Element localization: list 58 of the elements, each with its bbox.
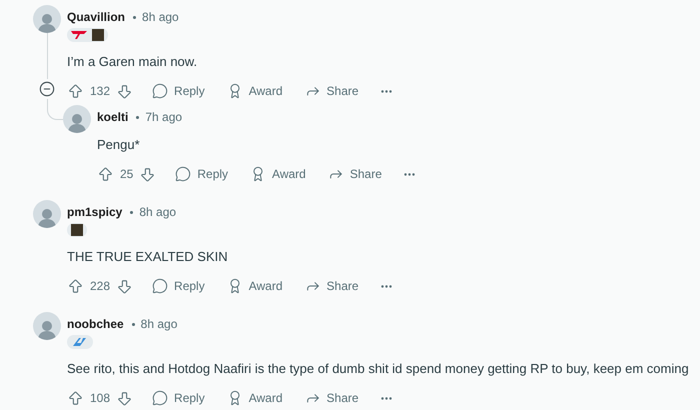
award-button[interactable]: Award [241, 161, 315, 187]
reply-button[interactable]: Reply [143, 78, 214, 104]
comment-text: See rito, this and Hotdog Naafiri is the type of dumb shit id spend money getting RP to buy, keep em coming [67, 360, 689, 378]
reply-button[interactable]: Reply [166, 161, 238, 187]
separator-dot [133, 16, 136, 18]
username[interactable]: koelti [97, 110, 128, 124]
comment-text: THE TRUE EXALTED SKIN [67, 248, 229, 266]
award-button[interactable]: Award [218, 273, 292, 299]
more-icon [380, 90, 392, 92]
downvote-icon[interactable] [139, 166, 156, 182]
username[interactable]: Quavillion [67, 10, 126, 24]
speech-bubble-icon [175, 166, 192, 182]
downvote-icon[interactable] [116, 82, 134, 100]
flair-portrait [71, 224, 83, 236]
upvote-icon[interactable] [67, 278, 84, 294]
thread-line [46, 33, 48, 79]
speech-bubble-icon [152, 83, 168, 99]
vote-count: 108 [90, 391, 110, 405]
timestamp: 8h ago [142, 10, 179, 24]
avatar [33, 312, 61, 340]
timestamp: 8h ago [139, 205, 176, 219]
reply-button[interactable]: Reply [143, 385, 214, 410]
more-icon [380, 396, 392, 400]
more-icon [404, 172, 415, 176]
vote-count: 132 [90, 84, 110, 98]
flair-portrait [92, 29, 104, 41]
upvote-icon[interactable] [67, 390, 84, 406]
more-icon [380, 284, 392, 288]
username[interactable]: pm1spicy [67, 205, 122, 219]
timestamp: 7h ago [145, 110, 182, 124]
share-button[interactable]: Share [318, 161, 391, 187]
reply-button[interactable]: Reply [143, 273, 214, 299]
speech-bubble-icon [152, 390, 168, 406]
team-logo-icon [71, 31, 89, 39]
upvote-icon[interactable] [97, 166, 114, 182]
award-button[interactable]: Award [218, 78, 292, 104]
share-button[interactable]: Share [296, 273, 368, 299]
avatar [63, 105, 91, 133]
thread-line [47, 99, 63, 120]
comment-text: I’m a Garen main now. [67, 53, 198, 71]
vote-count: 25 [120, 167, 134, 181]
team-logo-icon [71, 337, 89, 347]
separator-dot [130, 210, 134, 214]
share-button[interactable]: Share [296, 385, 368, 410]
share-button[interactable]: Share [296, 78, 368, 104]
speech-bubble-icon [152, 278, 168, 294]
separator-dot [132, 322, 135, 326]
username[interactable]: noobchee [67, 317, 124, 331]
award-button[interactable]: Award [218, 385, 292, 410]
timestamp: 8h ago [140, 317, 178, 331]
avatar [33, 5, 61, 33]
comment-text: Pengu* [97, 136, 141, 154]
downvote-icon[interactable] [116, 390, 134, 406]
vote-count: 228 [90, 279, 110, 293]
separator-dot [136, 116, 140, 118]
avatar [33, 200, 61, 228]
upvote-icon[interactable] [67, 82, 84, 100]
downvote-icon[interactable] [116, 278, 134, 294]
